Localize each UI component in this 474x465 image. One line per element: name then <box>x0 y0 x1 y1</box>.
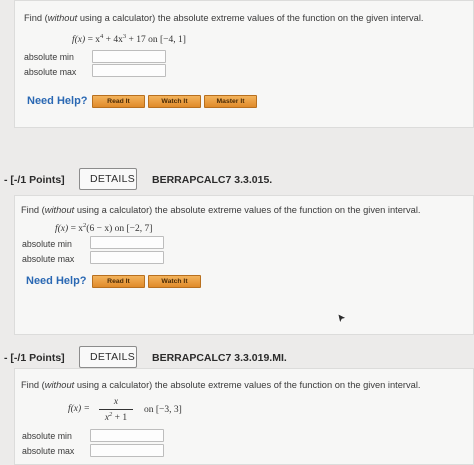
problem-1-need-help: Need Help? <box>27 95 88 107</box>
fraction-numerator: x <box>113 397 119 407</box>
problem-3-interval: on [−3, 3] <box>144 405 182 415</box>
problem-2-read-it-button[interactable]: Read It <box>92 275 145 288</box>
problem-3-max-label: absolute max <box>22 446 75 456</box>
problem-2-need-help: Need Help? <box>26 275 87 287</box>
mouse-cursor-icon <box>337 313 347 324</box>
problem-3-fraction: x x2 + 1 <box>99 397 133 425</box>
problem-2-watch-it-button[interactable]: Watch It <box>148 275 201 288</box>
problem-2-details-button[interactable]: DETAILS <box>79 168 137 190</box>
problem-2-function: f(x) = x2(6 − x) on [−2, 7] <box>55 222 153 234</box>
problem-2-max-input[interactable] <box>90 251 164 264</box>
problem-2-min-input[interactable] <box>90 236 164 249</box>
problem-1-master-it-button[interactable]: Master It <box>204 95 257 108</box>
problem-1-max-label: absolute max <box>24 67 77 77</box>
problem-2-code: BERRAPCALC7 3.3.015. <box>152 174 273 186</box>
problem-1-min-input[interactable] <box>92 50 166 63</box>
problem-2-max-label: absolute max <box>22 254 75 264</box>
problem-3-code: BERRAPCALC7 3.3.019.MI. <box>152 352 287 364</box>
fraction-denominator: x2 + 1 <box>104 411 128 423</box>
problem-2-points: - [-/1 Points] <box>4 174 65 186</box>
problem-2-card <box>14 195 474 335</box>
problem-1-watch-it-button[interactable]: Watch It <box>148 95 201 108</box>
problem-2-min-label: absolute min <box>22 239 72 249</box>
problem-2-prompt: Find (without using a calculator) the ab… <box>21 205 421 215</box>
problem-3-details-button[interactable]: DETAILS <box>79 346 137 368</box>
problem-3-points: - [-/1 Points] <box>4 352 65 364</box>
problem-1-max-input[interactable] <box>92 64 166 77</box>
problem-1-read-it-button[interactable]: Read It <box>92 95 145 108</box>
problem-3-max-input[interactable] <box>90 444 164 457</box>
problem-1-prompt: Find (without using a calculator) the ab… <box>24 13 424 23</box>
problem-3-function-label: f(x) = <box>68 404 90 414</box>
problem-3-min-input[interactable] <box>90 429 164 442</box>
problem-1-min-label: absolute min <box>24 52 74 62</box>
fraction-bar <box>99 409 133 410</box>
problem-3-min-label: absolute min <box>22 431 72 441</box>
problem-3-prompt: Find (without using a calculator) the ab… <box>21 380 421 390</box>
problem-1-function: f(x) = x4 + 4x3 + 17 on [−4, 1] <box>72 33 186 45</box>
